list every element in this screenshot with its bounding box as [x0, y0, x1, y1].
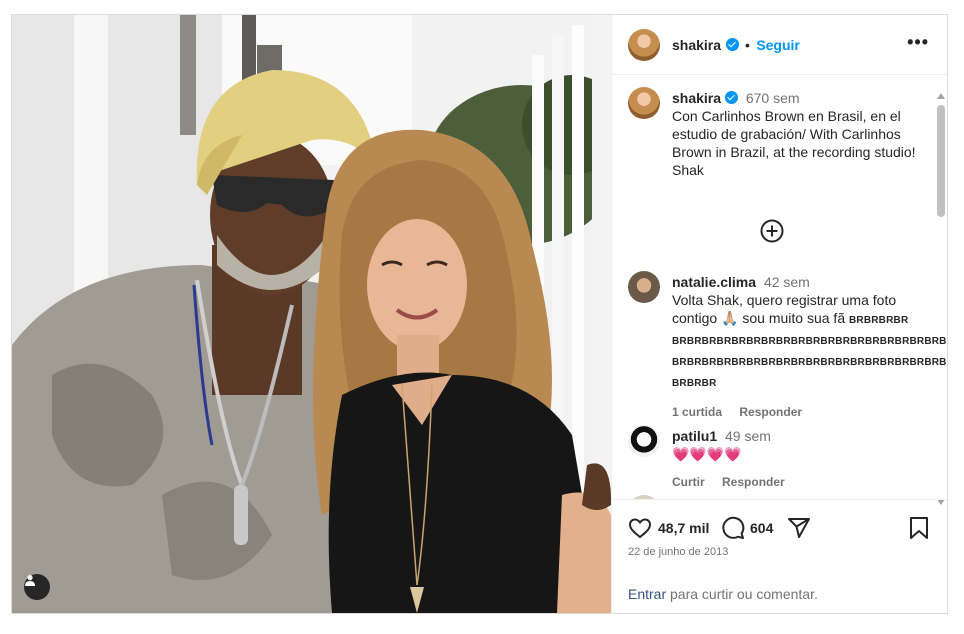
bookmark-icon	[910, 517, 928, 539]
comment-time[interactable]: 49 sem	[725, 428, 771, 444]
scrollbar-thumb[interactable]	[937, 105, 945, 217]
scroll-up-icon[interactable]	[937, 93, 945, 99]
comment-icon	[722, 516, 745, 539]
heart-icon	[628, 518, 652, 539]
avatar[interactable]	[628, 29, 660, 61]
caption-time[interactable]: 670 sem	[746, 90, 800, 106]
share-icon	[788, 518, 810, 538]
comment-text: 💗💗💗💗	[672, 446, 742, 462]
comment-username[interactable]: patilu1	[672, 428, 717, 444]
load-more-comments-button[interactable]	[760, 219, 784, 248]
plus-circle-icon	[760, 219, 784, 243]
more-options-icon[interactable]: •••	[907, 33, 929, 51]
emoji: 🙏🏼	[721, 310, 739, 326]
comments-scrollbar[interactable]	[937, 93, 945, 505]
caption: shakira 670 sem Con Carlinhos Brown en B…	[628, 87, 928, 187]
instagram-post: shakira • Seguir ••• shakira 670 sem Con…	[11, 14, 948, 614]
avatar[interactable]	[628, 271, 660, 303]
reply-button[interactable]: Responder	[739, 405, 802, 419]
tagged-users-button[interactable]	[24, 574, 50, 600]
avatar[interactable]	[628, 425, 660, 457]
comment-spam-text: BRBRBRBR BRBRBRBRBRBRBRBRBRBRBRBRBRBRBRB…	[672, 315, 948, 389]
likes-count[interactable]: 48,7 mil	[658, 520, 709, 536]
comments-area[interactable]: shakira 670 sem Con Carlinhos Brown en B…	[612, 75, 947, 499]
like-comment-button[interactable]: Curtir	[672, 475, 705, 489]
save-button[interactable]	[908, 516, 930, 545]
comment-item: natalie.clima 42 sem Volta Shak, quero r…	[628, 271, 947, 419]
comment-text-rest: sou muito sua fã	[742, 310, 846, 326]
post-actions: 48,7 mil 604 22 de junho de 2013 Entrar …	[612, 499, 947, 613]
caption-username[interactable]: shakira	[672, 90, 721, 106]
follow-button[interactable]: Seguir	[756, 37, 800, 53]
comment-username[interactable]: natalie.clima	[672, 274, 756, 290]
separator-dot: •	[744, 37, 750, 53]
post-date[interactable]: 22 de junho de 2013	[628, 546, 728, 558]
photo-illustration	[12, 15, 611, 613]
comment-likes[interactable]: 1 curtida	[672, 405, 722, 419]
share-button[interactable]	[787, 516, 811, 545]
comment-button[interactable]	[721, 516, 745, 545]
user-icon	[25, 575, 35, 586]
comment-time[interactable]: 42 sem	[764, 274, 810, 290]
like-button[interactable]	[628, 516, 652, 545]
caption-text: Con Carlinhos Brown en Brasil, en el est…	[672, 108, 916, 178]
login-link[interactable]: Entrar	[628, 586, 666, 602]
verified-badge-icon	[724, 91, 738, 104]
post-side-panel: shakira • Seguir ••• shakira 670 sem Con…	[611, 15, 947, 613]
comment-item: patilu1 49 sem 💗💗💗💗 Curtir Responder	[628, 425, 928, 499]
login-prompt: Entrar para curtir ou comentar.	[628, 586, 818, 602]
comments-count[interactable]: 604	[750, 520, 773, 536]
verified-badge-icon	[725, 38, 739, 51]
post-photo[interactable]	[12, 15, 611, 613]
reply-button[interactable]: Responder	[722, 475, 785, 489]
login-prompt-text: para curtir ou comentar.	[666, 586, 818, 602]
header-username[interactable]: shakira	[672, 37, 721, 53]
post-header: shakira • Seguir •••	[612, 15, 947, 75]
avatar[interactable]	[628, 87, 660, 119]
